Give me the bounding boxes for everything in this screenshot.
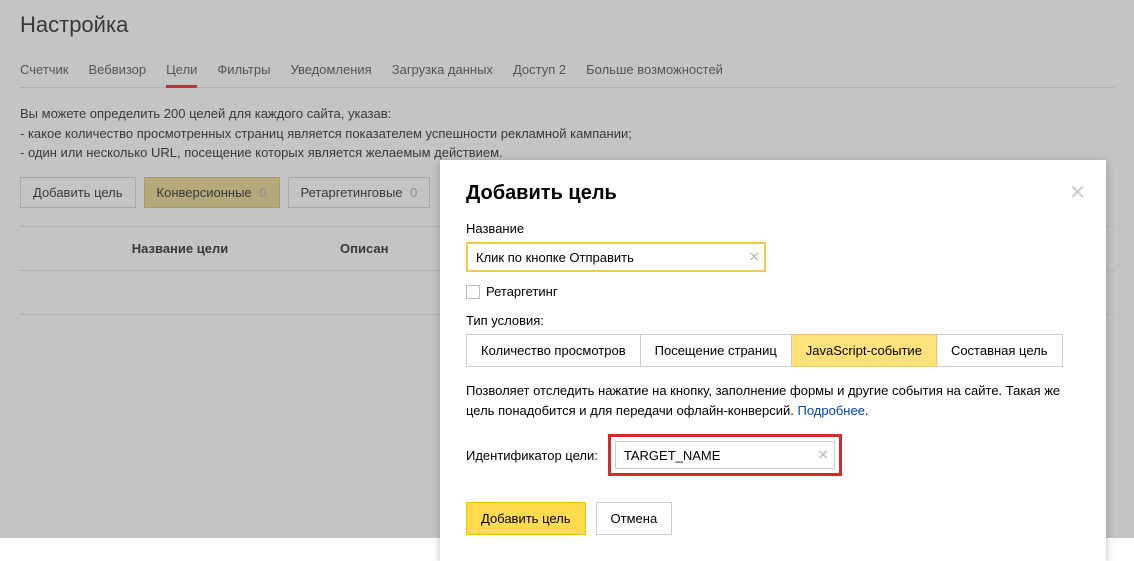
goal-id-input[interactable] xyxy=(615,441,835,469)
modal-submit-button[interactable]: Добавить цель xyxy=(466,502,586,535)
hint-more-link[interactable]: Подробнее xyxy=(797,403,864,418)
clear-id-icon[interactable]: ✕ xyxy=(817,447,829,464)
add-goal-modal: ✕ Добавить цель Название ✕ Ретаргетинг Т… xyxy=(440,160,1106,561)
retargeting-checkbox-row[interactable]: Ретаргетинг xyxy=(466,284,1080,299)
name-field-label: Название xyxy=(466,221,1080,236)
close-icon[interactable]: ✕ xyxy=(1069,180,1086,205)
goal-name-input[interactable] xyxy=(466,242,766,272)
condition-type-tabs: Количество просмотров Посещение страниц … xyxy=(466,334,1080,367)
hint-text: Позволяет отследить нажатие на кнопку, з… xyxy=(466,383,1060,418)
clear-name-icon[interactable]: ✕ xyxy=(748,249,760,266)
retargeting-checkbox[interactable] xyxy=(466,285,480,299)
cond-tab-composite[interactable]: Составная цель xyxy=(937,334,1063,367)
goal-id-label: Идентификатор цели: xyxy=(466,448,598,463)
condition-type-label: Тип условия: xyxy=(466,313,1080,328)
modal-cancel-button[interactable]: Отмена xyxy=(596,502,673,535)
condition-hint: Позволяет отследить нажатие на кнопку, з… xyxy=(466,381,1080,420)
modal-title: Добавить цель xyxy=(466,182,1080,205)
cond-tab-views[interactable]: Количество просмотров xyxy=(466,334,641,367)
retargeting-checkbox-label: Ретаргетинг xyxy=(486,284,558,299)
cond-tab-js-event[interactable]: JavaScript-событие xyxy=(792,334,937,367)
goal-id-highlight: ✕ xyxy=(608,434,842,476)
cond-tab-pages[interactable]: Посещение страниц xyxy=(641,334,792,367)
